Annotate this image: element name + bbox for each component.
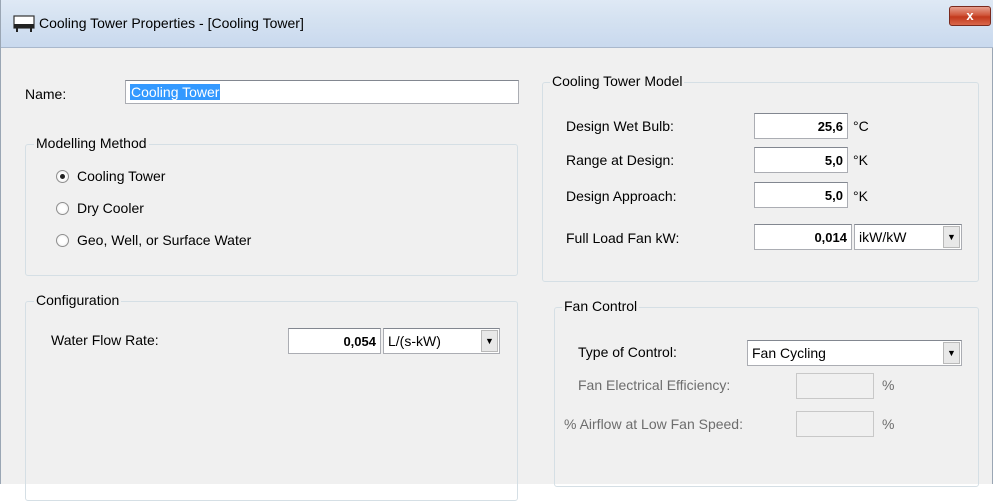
radio-dry-cooler-label[interactable]: Dry Cooler (77, 200, 144, 216)
range-unit: °K (853, 152, 868, 168)
name-input-value: Cooling Tower (130, 84, 221, 100)
radio-geo-water[interactable] (56, 234, 69, 247)
modelling-method-legend: Modelling Method (34, 135, 149, 151)
fan-efficiency-input[interactable] (796, 373, 874, 399)
airflow-input[interactable] (796, 411, 874, 437)
fan-control-legend: Fan Control (562, 298, 640, 314)
configuration-legend: Configuration (34, 292, 122, 308)
airflow-unit: % (882, 416, 895, 432)
window-title: Cooling Tower Properties - [Cooling Towe… (39, 15, 304, 31)
chevron-down-icon[interactable]: ▼ (943, 342, 960, 364)
fan-control-group (554, 307, 979, 487)
close-icon: x (966, 8, 974, 23)
fan-kw-unit-select[interactable]: ikW/kW ▼ (854, 224, 962, 250)
approach-label: Design Approach: (566, 188, 677, 204)
radio-cooling-tower[interactable] (56, 170, 69, 183)
water-flow-unit-select[interactable]: L/(s-kW) ▼ (383, 328, 500, 354)
control-type-label: Type of Control: (578, 344, 677, 360)
name-input[interactable]: Cooling Tower (125, 80, 519, 104)
radio-cooling-tower-label[interactable]: Cooling Tower (77, 168, 165, 184)
range-input[interactable]: 5,0 (754, 147, 848, 173)
tower-model-legend: Cooling Tower Model (550, 73, 685, 89)
water-flow-unit-value: L/(s-kW) (388, 333, 441, 349)
name-label: Name: (25, 86, 67, 102)
chevron-down-icon[interactable]: ▼ (481, 330, 498, 352)
approach-unit: °K (853, 188, 868, 204)
chevron-down-icon[interactable]: ▼ (943, 226, 960, 248)
water-flow-label: Water Flow Rate: (51, 332, 159, 348)
fan-efficiency-label: Fan Electrical Efficiency: (578, 377, 731, 393)
approach-input[interactable]: 5,0 (754, 182, 848, 208)
wet-bulb-label: Design Wet Bulb: (566, 118, 674, 134)
range-label: Range at Design: (566, 152, 675, 168)
water-flow-input[interactable]: 0,054 (288, 328, 381, 354)
control-type-value: Fan Cycling (752, 345, 826, 361)
airflow-label: % Airflow at Low Fan Speed: (564, 416, 743, 432)
dialog-window: Cooling Tower Properties - [Cooling Towe… (0, 0, 993, 501)
fan-efficiency-unit: % (882, 377, 895, 393)
fan-kw-unit-value: ikW/kW (859, 229, 907, 245)
wet-bulb-input[interactable]: 25,6 (754, 113, 848, 139)
radio-dry-cooler[interactable] (56, 202, 69, 215)
cooling-tower-app-icon (13, 15, 35, 32)
wet-bulb-unit: °C (853, 118, 869, 134)
radio-geo-water-label[interactable]: Geo, Well, or Surface Water (77, 232, 251, 248)
title-bar[interactable]: Cooling Tower Properties - [Cooling Towe… (1, 0, 993, 48)
close-button[interactable]: x (949, 6, 991, 26)
fan-kw-label: Full Load Fan kW: (566, 230, 680, 246)
control-type-select[interactable]: Fan Cycling ▼ (747, 340, 962, 366)
fan-kw-input[interactable]: 0,014 (754, 224, 852, 250)
